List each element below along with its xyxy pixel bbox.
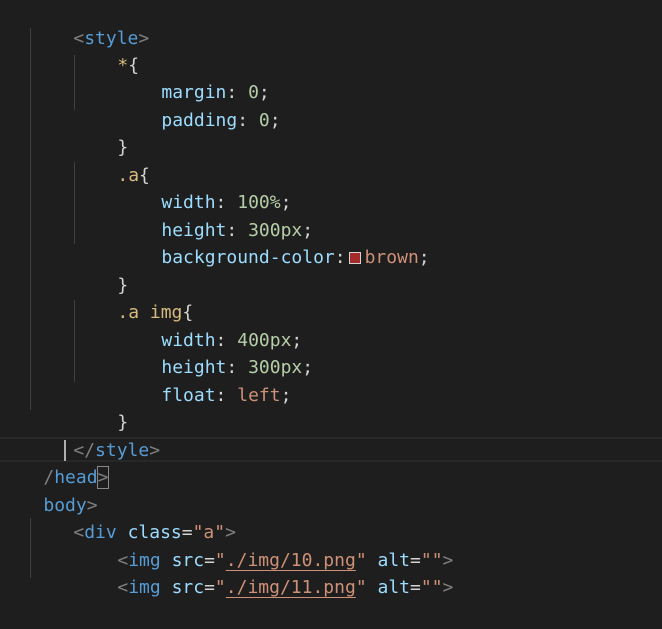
css-value: 0 (258, 109, 270, 131)
code-line: } (74, 381, 128, 433)
html-attribute: src (171, 576, 205, 598)
colon: : (237, 109, 249, 131)
tag-bracket: < (117, 576, 129, 598)
file-link[interactable]: ./img/11.png (226, 577, 356, 598)
tag-bracket: > (149, 439, 161, 461)
code-line: height: 300px; (118, 326, 313, 378)
code-line: .a{ (74, 134, 150, 186)
code-line: *{ (74, 24, 139, 76)
color-swatch[interactable] (348, 251, 361, 264)
code-editor[interactable]: <style> *{ margin: 0; padding: 0; } .a{ … (0, 0, 662, 598)
code-line: width: 400px; (118, 299, 302, 351)
text-cursor (64, 440, 66, 461)
code-line: <img src="./img/10.png" alt=""> (74, 519, 453, 571)
code-line: <div class="a"> (30, 491, 236, 543)
code-line: padding: 0; (118, 79, 280, 131)
code-line: .a img{ (74, 271, 193, 323)
semicolon: ; (302, 356, 314, 378)
css-value: brown (364, 246, 419, 268)
css-property: background-color (161, 246, 335, 268)
code-line: } (74, 106, 128, 158)
semicolon: ; (269, 109, 281, 131)
code-line: background-color: brown; (118, 216, 429, 268)
tag-name: img (128, 576, 161, 598)
matched-bracket: > (96, 465, 110, 489)
quote: " (214, 576, 226, 598)
indent-guide (30, 28, 31, 410)
equals: = (204, 576, 215, 598)
code-line: margin: 0; (118, 51, 269, 103)
tag-bracket: > (138, 27, 150, 49)
quote: " (355, 576, 367, 598)
code-line: <img src="./img/11.png" alt=""> (74, 546, 453, 598)
semicolon: ; (280, 384, 292, 406)
code-line: height: 300px; (118, 189, 313, 241)
css-property: float (161, 384, 216, 406)
semicolon: ; (418, 246, 430, 268)
html-attribute: alt (377, 576, 411, 598)
code-line: </style> (30, 409, 160, 461)
code-line: float: left; (118, 354, 291, 406)
tag-bracket: > (442, 576, 454, 598)
equals: = (410, 576, 421, 598)
code-line: width: 100%; (118, 161, 291, 213)
colon: : (215, 384, 227, 406)
code-line: body> (0, 464, 97, 516)
colon: : (334, 246, 346, 268)
code-line-current: /head> (0, 436, 110, 489)
attribute-value: "" (420, 576, 443, 598)
code-line: <style> (30, 0, 149, 49)
css-value: left (237, 384, 281, 406)
css-property: padding (161, 109, 238, 131)
code-line: } (74, 244, 128, 296)
